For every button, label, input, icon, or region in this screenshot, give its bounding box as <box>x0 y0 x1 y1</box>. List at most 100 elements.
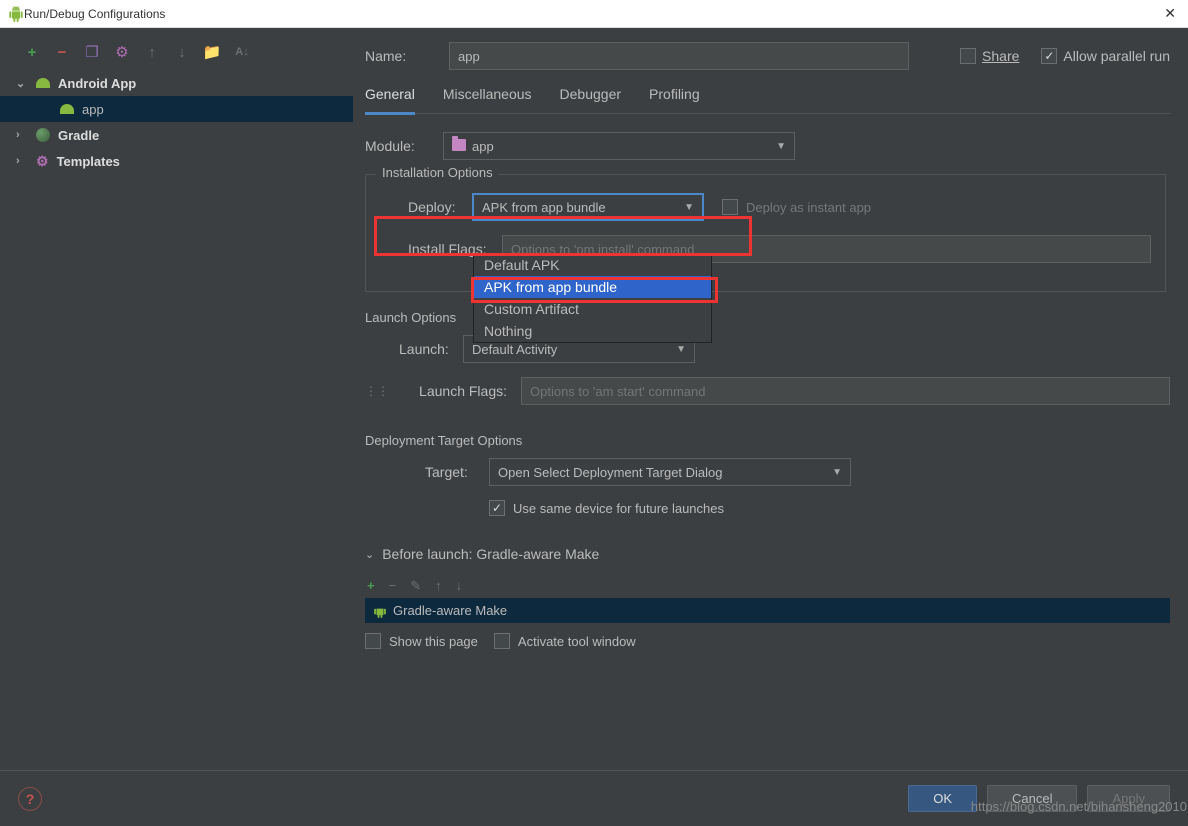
show-page-checkbox[interactable]: Show this page <box>365 633 478 649</box>
footer: ? OK Cancel Apply <box>0 770 1188 826</box>
share-checkbox[interactable]: Share <box>960 48 1019 64</box>
tree-label: app <box>82 102 104 117</box>
android-icon <box>60 104 74 114</box>
deploy-option-default-apk[interactable]: Default APK <box>474 254 711 276</box>
sidebar: + − ❐ ⚙ ↑ ↓ 📁 A↓ ⌄ Android App app › Gra… <box>0 28 353 826</box>
chevron-down-icon: ⌄ <box>16 77 28 90</box>
chevron-down-icon: ▼ <box>832 467 842 478</box>
before-launch-header[interactable]: ⌄ Before launch: Gradle-aware Make <box>365 546 1170 562</box>
activate-label: Activate tool window <box>518 634 636 649</box>
module-dropdown[interactable]: app ▼ <box>443 132 795 160</box>
tab-general[interactable]: General <box>365 86 415 115</box>
close-icon[interactable]: ✕ <box>1160 5 1180 22</box>
chevron-down-icon: ▼ <box>776 141 786 152</box>
name-label: Name: <box>365 48 427 64</box>
header-row: Name: Share Allow parallel run <box>365 42 1170 70</box>
tree-item-android-app[interactable]: ⌄ Android App <box>0 70 353 96</box>
instant-app-checkbox[interactable]: Deploy as instant app <box>722 199 871 215</box>
android-icon <box>8 6 24 22</box>
deploy-option-custom-artifact[interactable]: Custom Artifact <box>474 298 711 320</box>
ok-button[interactable]: OK <box>908 785 977 812</box>
config-tree: ⌄ Android App app › Gradle › ⚙ Templates <box>0 70 353 818</box>
name-input[interactable] <box>449 42 909 70</box>
target-value: Open Select Deployment Target Dialog <box>498 465 723 480</box>
launch-flags-row: ⋮⋮ Launch Flags: <box>365 377 1170 405</box>
copy-icon[interactable]: ❐ <box>84 44 100 60</box>
checkbox-icon <box>960 48 976 64</box>
deploy-dropdown[interactable]: APK from app bundle ▼ <box>472 193 704 221</box>
down-icon[interactable]: ↓ <box>456 578 463 594</box>
module-value: app <box>472 139 494 154</box>
chevron-down-icon: ▼ <box>676 344 686 355</box>
window-title: Run/Debug Configurations <box>24 7 1160 21</box>
tree-item-templates[interactable]: › ⚙ Templates <box>0 148 353 174</box>
deploy-label: Deploy: <box>408 199 472 215</box>
launch-flags-input[interactable] <box>521 377 1170 405</box>
parallel-checkbox[interactable]: Allow parallel run <box>1041 48 1170 64</box>
before-launch-checks: Show this page Activate tool window <box>365 633 1170 649</box>
deploy-option-nothing[interactable]: Nothing <box>474 320 711 342</box>
tab-profiling[interactable]: Profiling <box>649 86 700 113</box>
launch-flags-label: Launch Flags: <box>391 383 521 399</box>
show-page-label: Show this page <box>389 634 478 649</box>
remove-icon[interactable]: − <box>54 44 70 60</box>
apply-button[interactable]: Apply <box>1087 785 1170 812</box>
gear-icon[interactable]: ⚙ <box>114 44 130 60</box>
same-device-row: Use same device for future launches <box>461 500 1166 516</box>
sort-az-icon[interactable]: A↓ <box>234 44 250 60</box>
before-launch-item[interactable]: Gradle-aware Make <box>365 598 1170 623</box>
launch-label: Launch: <box>399 341 463 357</box>
down-icon[interactable]: ↓ <box>174 44 190 60</box>
checkbox-icon <box>494 633 510 649</box>
module-label: Module: <box>365 138 443 154</box>
tree-item-app[interactable]: app <box>0 96 353 122</box>
same-device-label: Use same device for future launches <box>513 501 724 516</box>
content-panel: Name: Share Allow parallel run General M… <box>353 28 1188 826</box>
chevron-right-icon: › <box>16 155 28 167</box>
cancel-button[interactable]: Cancel <box>987 785 1077 812</box>
deploy-dropdown-menu: Default APK APK from app bundle Custom A… <box>473 253 712 343</box>
tree-label: Android App <box>58 76 136 91</box>
chevron-right-icon: › <box>16 129 28 141</box>
parallel-label: Allow parallel run <box>1063 48 1170 64</box>
deployment-legend: Deployment Target Options <box>365 433 1166 448</box>
chevron-down-icon: ▼ <box>684 202 694 213</box>
activate-checkbox[interactable]: Activate tool window <box>494 633 636 649</box>
folder-icon <box>452 139 466 151</box>
gradle-icon <box>36 128 50 142</box>
module-row: Module: app ▼ <box>365 132 1170 160</box>
tab-miscellaneous[interactable]: Miscellaneous <box>443 86 532 113</box>
launch-value: Default Activity <box>472 342 557 357</box>
tree-item-gradle[interactable]: › Gradle <box>0 122 353 148</box>
tab-debugger[interactable]: Debugger <box>560 86 622 113</box>
remove-icon[interactable]: − <box>389 578 397 594</box>
tree-label: Gradle <box>58 128 99 143</box>
up-icon[interactable]: ↑ <box>435 578 442 594</box>
installation-legend: Installation Options <box>376 165 499 180</box>
target-row: Target: Open Select Deployment Target Di… <box>397 458 1166 486</box>
instant-label: Deploy as instant app <box>746 200 871 215</box>
edit-icon[interactable]: ✎ <box>410 578 421 594</box>
before-launch-section: ⌄ Before launch: Gradle-aware Make + − ✎… <box>365 546 1170 649</box>
checkbox-checked-icon <box>489 500 505 516</box>
titlebar: Run/Debug Configurations ✕ <box>0 0 1188 28</box>
help-icon[interactable]: ? <box>18 787 42 811</box>
up-icon[interactable]: ↑ <box>144 44 160 60</box>
checkbox-icon <box>722 199 738 215</box>
target-dropdown[interactable]: Open Select Deployment Target Dialog ▼ <box>489 458 851 486</box>
deploy-option-apk-bundle[interactable]: APK from app bundle <box>474 276 711 298</box>
share-label: Share <box>982 48 1019 64</box>
drag-handle-icon[interactable]: ⋮⋮ <box>365 384 389 398</box>
checkbox-checked-icon <box>1041 48 1057 64</box>
tabs: General Miscellaneous Debugger Profiling <box>365 86 1170 114</box>
before-launch-title: Before launch: Gradle-aware Make <box>382 546 599 562</box>
same-device-checkbox[interactable]: Use same device for future launches <box>489 500 724 516</box>
before-launch-toolbar: + − ✎ ↑ ↓ <box>365 574 1170 598</box>
folder-icon[interactable]: 📁 <box>204 44 220 60</box>
add-icon[interactable]: + <box>367 578 375 594</box>
tree-label: Templates <box>57 154 120 169</box>
form-area: Module: app ▼ Installation Options Deplo… <box>365 118 1170 826</box>
add-icon[interactable]: + <box>24 44 40 60</box>
before-launch-item-label: Gradle-aware Make <box>393 603 507 618</box>
deploy-value: APK from app bundle <box>482 200 606 215</box>
